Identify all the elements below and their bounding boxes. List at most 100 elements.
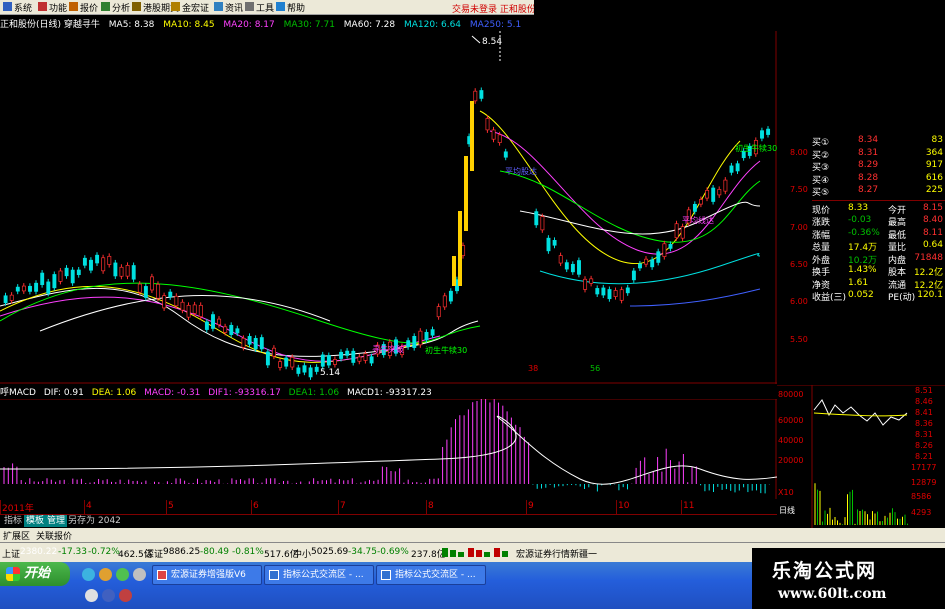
candle-body	[162, 295, 167, 309]
candle-body	[125, 265, 130, 277]
date-axis: 2011年 4 5 6 7 8 9 10 11	[0, 500, 777, 514]
menu-quote[interactable]: 报价	[80, 1, 98, 14]
buy-signal-right: 初生牛犊30	[735, 143, 777, 153]
quote-stat-row[interactable]: 总量 17.4万 量比 0.64	[812, 240, 945, 253]
login-label[interactable]: 交易未登录	[452, 5, 497, 15]
tab-2042[interactable]: 2042	[96, 515, 123, 527]
stat-value: 71848	[914, 252, 943, 263]
candle-body	[552, 240, 557, 246]
stat-label: 收益(三)	[812, 293, 847, 303]
date-tick: 10	[618, 501, 630, 511]
quote-stat-row[interactable]: 现价 8.33 今开 8.15	[812, 203, 945, 216]
sh-index-name[interactable]: 上证	[2, 547, 20, 560]
bid-row-1[interactable]: 买① 8.34 83	[812, 135, 945, 148]
date-tick: 9	[528, 501, 534, 511]
tab-manage[interactable]: 管理	[45, 515, 68, 527]
quote-stat-row[interactable]: 收益(三) 0.052 PE(动) 120.1	[812, 290, 945, 303]
stat-label: 总量	[812, 243, 831, 253]
sz-index-value: 9886.25	[163, 547, 201, 557]
candle-body	[174, 295, 179, 307]
quote-stat-row[interactable]: 换手 1.43% 股本 12.2亿	[812, 265, 945, 278]
candle-body	[638, 263, 642, 269]
stat-label: 涨跌	[812, 218, 831, 228]
macd-dif: DIF: 0.91	[43, 388, 84, 398]
stock-title[interactable]: 正和股份(日线) 穿越寻牛	[0, 17, 100, 30]
candle-body	[76, 269, 81, 276]
quote-stat-row[interactable]: 外盘 10.2万 内盘 71848	[812, 253, 945, 266]
price-tick: 7.50	[790, 185, 808, 194]
stat-value: 0.052	[848, 290, 874, 300]
stat-label: 股本	[888, 268, 907, 278]
menu-analysis[interactable]: 分析	[112, 1, 130, 14]
candle-body	[229, 324, 234, 335]
sz-index-name[interactable]: 深证	[145, 547, 163, 560]
ie-icon[interactable]	[82, 568, 95, 581]
quicklaunch-icon[interactable]	[85, 589, 98, 602]
stat-value: 1.43%	[848, 265, 877, 275]
bid-row-4[interactable]: 买④ 8.28 616	[812, 173, 945, 186]
media-icon[interactable]	[99, 568, 112, 581]
macd-chart[interactable]	[0, 399, 777, 499]
quote-stat-row[interactable]: 涨幅 -0.36% 最低 8.11	[812, 228, 945, 241]
quicklaunch-icon[interactable]	[102, 589, 115, 602]
task-forum-1[interactable]: 指标公式交流区 - ...	[264, 565, 374, 585]
candle-body	[705, 190, 710, 199]
tab-save-as[interactable]: 另存为	[66, 515, 97, 527]
bid-row-3[interactable]: 买③ 8.29 917	[812, 160, 945, 173]
candle-body	[558, 255, 563, 264]
menu-tool[interactable]: 工具	[256, 1, 274, 14]
news-ticker[interactable]: 宏源证券行情新疆一	[516, 547, 597, 560]
intraday-mini-chart[interactable]: 80000 60000 40000 20000 X10 日线 8.51 8.46…	[777, 385, 945, 528]
stat-value: 0.64	[922, 240, 943, 250]
app-icon	[157, 570, 167, 580]
date-tick: 4	[86, 501, 92, 511]
date-gridline	[338, 500, 339, 514]
zx-index-name[interactable]: 中小	[293, 547, 311, 560]
candle-body	[235, 328, 240, 334]
candle-body	[424, 331, 429, 341]
candle-body	[101, 257, 106, 272]
tab-indicator[interactable]: 指标	[2, 515, 24, 527]
menu-system[interactable]: 系统	[14, 1, 32, 14]
bid-row-5[interactable]: 买⑤ 8.27 225	[812, 185, 945, 198]
bid-row-2[interactable]: 买② 8.31 364	[812, 148, 945, 161]
candle-body	[430, 329, 435, 336]
mini-price-tick: 8.41	[915, 408, 933, 417]
login-status[interactable]: 交易未登录 正和股份	[452, 2, 536, 15]
kline-chart[interactable]: 8.54 5.14 初生牛犊30 初生牛犊30 平均股达 寻牛突破 平均线达 3…	[0, 31, 777, 384]
start-label: 开始	[24, 566, 51, 581]
bid-price: 8.31	[858, 147, 879, 158]
quote-stat-row[interactable]: 涨跌 -0.03 最高 8.40	[812, 215, 945, 228]
task-forum-2[interactable]: 指标公式交流区 - ...	[376, 565, 486, 585]
candle-body	[729, 165, 734, 173]
sh-index-change: -17.33	[58, 547, 88, 557]
related-quote-tab[interactable]: 关联报价	[36, 529, 72, 542]
candle-body	[302, 365, 307, 373]
candle-body	[217, 318, 222, 326]
menu-help[interactable]: 帮助	[287, 1, 305, 14]
desktop-icon[interactable]	[133, 568, 146, 581]
broker-label[interactable]: 正和股份	[500, 5, 536, 15]
stat-label: 涨幅	[812, 230, 831, 241]
macd-name[interactable]: 呼MACD	[0, 385, 36, 398]
date-tick: 11	[683, 501, 695, 511]
mini-price-tick: 8.51	[915, 386, 933, 395]
explorer-icon[interactable]	[116, 568, 129, 581]
quote-stat-row[interactable]: 净资 1.61 流通 12.2亿	[812, 278, 945, 291]
start-button[interactable]: 开始	[0, 562, 70, 586]
task-hongyuan[interactable]: 宏源证券增强版V6	[152, 565, 262, 585]
quicklaunch-icon[interactable]	[119, 589, 132, 602]
tab-template[interactable]: 模板	[24, 515, 47, 527]
mini-day-tab[interactable]: 日线	[779, 505, 795, 515]
candle-body	[412, 336, 417, 348]
kline-background	[0, 31, 777, 384]
candle-body	[631, 270, 636, 281]
date-gridline	[681, 500, 682, 514]
menu-function[interactable]: 功能	[49, 1, 67, 14]
price-tick: 5.50	[790, 335, 808, 344]
menu-info[interactable]: 资讯	[225, 1, 243, 14]
extension-area-tab[interactable]: 扩展区	[3, 529, 30, 542]
candle-body	[760, 130, 764, 139]
signal-bar	[452, 256, 456, 286]
menu-jinhong[interactable]: 金宏证	[182, 1, 209, 14]
